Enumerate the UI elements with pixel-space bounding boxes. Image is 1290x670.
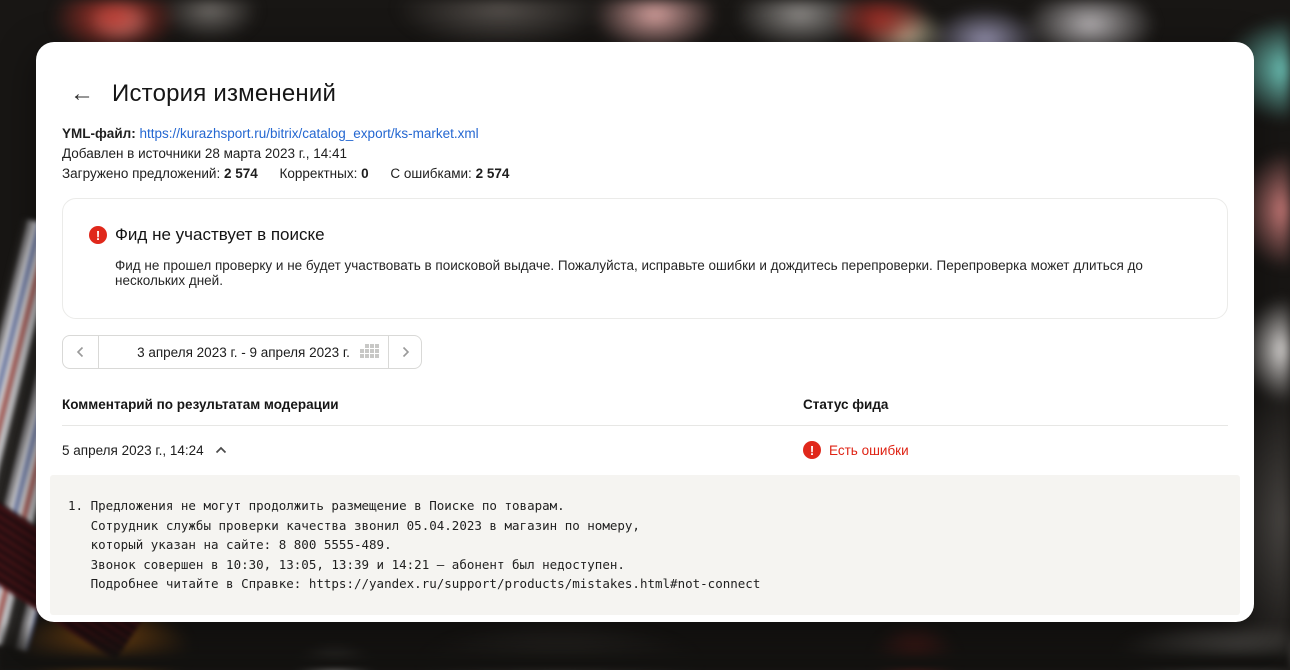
next-week-button[interactable] <box>389 336 421 368</box>
history-dialog: ← История изменений YML-файл: https://ku… <box>36 42 1254 622</box>
chevron-up-icon <box>215 446 227 454</box>
chevron-left-icon <box>75 346 87 358</box>
collapse-toggle[interactable] <box>215 446 227 454</box>
loaded-count: Загружено предложений: 2 574 <box>62 166 258 181</box>
row-date-cell: 5 апреля 2023 г., 14:24 <box>62 443 803 458</box>
dialog-header: ← История изменений <box>68 80 1228 108</box>
background-bottom-shade <box>0 622 1290 670</box>
yml-file-link[interactable]: https://kurazhsport.ru/bitrix/catalog_ex… <box>139 126 478 141</box>
counts-line: Загружено предложений: 2 574 Корректных:… <box>62 164 1228 184</box>
back-arrow-icon[interactable]: ← <box>68 80 96 108</box>
feed-error-banner: ! Фид не участвует в поиске Фид не проше… <box>62 198 1228 319</box>
status-error-icon: ! <box>803 441 821 459</box>
added-line: Добавлен в источники 28 марта 2023 г., 1… <box>62 144 1228 164</box>
date-range-button[interactable]: 3 апреля 2023 г. - 9 апреля 2023 г. <box>99 336 389 368</box>
banner-title: Фид не участвует в поиске <box>115 225 325 245</box>
correct-count: Корректных: 0 <box>280 166 369 181</box>
chevron-right-icon <box>399 346 411 358</box>
yml-file-line: YML-файл: https://kurazhsport.ru/bitrix/… <box>62 124 1228 144</box>
error-exclamation-icon: ! <box>89 226 107 244</box>
status-label: Есть ошибки <box>829 443 909 458</box>
row-date-label: 5 апреля 2023 г., 14:24 <box>62 443 204 458</box>
prev-week-button[interactable] <box>63 336 99 368</box>
page-title: История изменений <box>112 80 336 108</box>
feed-meta: YML-файл: https://kurazhsport.ru/bitrix/… <box>62 124 1228 184</box>
date-range-navigator: 3 апреля 2023 г. - 9 апреля 2023 г. <box>62 335 422 369</box>
banner-title-row: ! Фид не участвует в поиске <box>89 225 1201 245</box>
date-range-label: 3 апреля 2023 г. - 9 апреля 2023 г. <box>137 345 350 360</box>
table-row: 5 апреля 2023 г., 14:24 ! Есть ошибки <box>62 426 1228 459</box>
banner-description: Фид не прошел проверку и не будет участв… <box>115 258 1201 288</box>
feed-status-cell: ! Есть ошибки <box>803 441 1228 459</box>
table-header: Комментарий по результатам модерации Ста… <box>62 397 1228 426</box>
column-header-status: Статус фида <box>803 397 1228 412</box>
column-header-comment: Комментарий по результатам модерации <box>62 397 803 412</box>
moderation-comment-block: 1. Предложения не могут продолжить разме… <box>50 475 1240 615</box>
yml-file-label: YML-файл: <box>62 126 136 141</box>
errors-count: С ошибками: 2 574 <box>390 166 509 181</box>
calendar-icon <box>357 344 379 360</box>
